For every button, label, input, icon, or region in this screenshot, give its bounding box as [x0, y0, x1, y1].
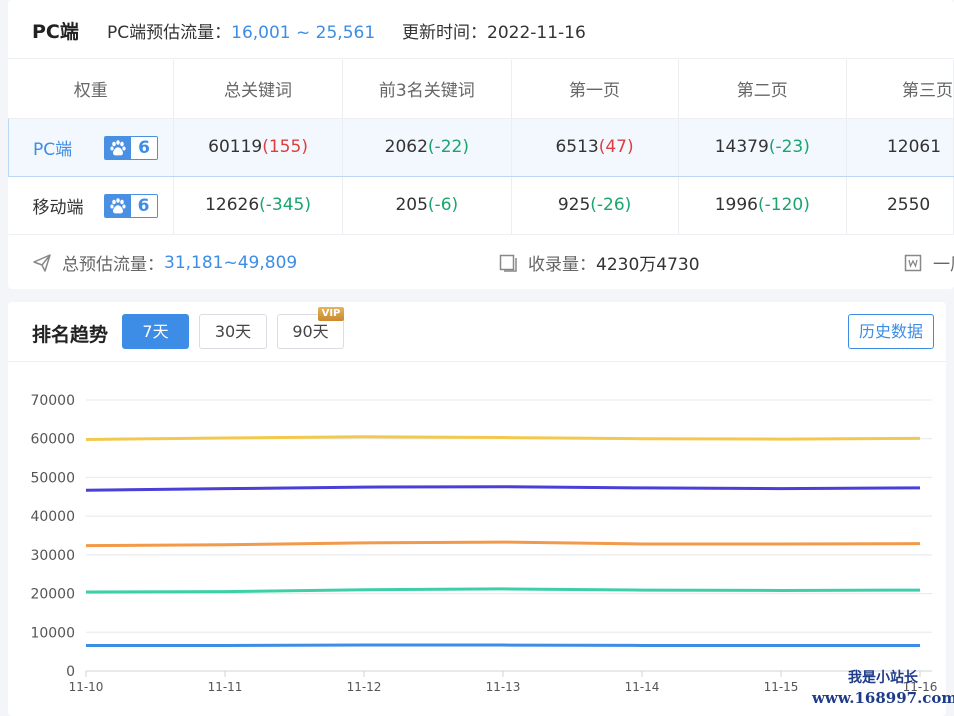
send-icon: [32, 253, 52, 273]
cell-change: (-120): [757, 195, 810, 215]
y-tick-label: 0: [66, 664, 75, 680]
table-header-row: 权重 总关键词 前3名关键词 第一页 第二页 第三页: [8, 60, 954, 119]
baidu-weight-badge[interactable]: 6: [104, 135, 158, 160]
index-count-label: 收录量：: [528, 255, 596, 275]
cell-change: (-345): [259, 195, 312, 215]
cell-change: (-6): [427, 195, 459, 215]
page-title: PC端: [32, 21, 79, 43]
summary-bar: 总预估流量：31,181~49,809 收录量：4230万4730 一周: [8, 233, 954, 289]
rank-trend-chart: 0 10000 20000 30000 40000 50000 60000 70000 11-1…: [30, 393, 937, 694]
cell-change: (155): [262, 137, 308, 157]
update-time-label: 更新时间：: [402, 23, 487, 43]
total-flow: 总预估流量： 31,181~49,809: [32, 250, 297, 275]
cell-value: 6513: [555, 137, 599, 157]
row-label-pc: PC端 6: [8, 117, 174, 177]
cell-page3: 12061: [846, 117, 954, 177]
cell-change: (-26): [590, 195, 632, 215]
cell-top3-keywords: 205(-6): [342, 176, 512, 235]
weekly-stat-label: 一周: [933, 255, 954, 275]
series-line-3: [85, 587, 921, 594]
update-time: 更新时间：2022-11-16: [402, 18, 586, 43]
y-tick-label: 30000: [30, 548, 75, 564]
weight-value: 6: [130, 194, 157, 217]
baidu-paw-icon: [105, 136, 131, 159]
row-label-mobile: 移动端 6: [8, 176, 174, 235]
y-tick-label: 50000: [30, 470, 75, 486]
cell-value: 12061: [886, 137, 942, 157]
y-tick-label: 60000: [30, 432, 75, 448]
x-tick-label: 11-14: [625, 680, 660, 694]
series-line-2: [85, 540, 921, 548]
cell-page1: 925(-26): [511, 176, 679, 235]
cell-page3: 2550: [846, 176, 954, 235]
row-name: 移动端: [32, 197, 84, 218]
cell-page2: 1996(-120): [678, 176, 847, 235]
col-weight: 权重: [8, 60, 174, 119]
pc-flow-value: 16,001 ~ 25,561: [231, 23, 376, 43]
table-row-mobile[interactable]: 移动端 6 12626(-345) 205(-6) 925(-26) 1996(…: [8, 176, 954, 235]
cell-page2: 14379(-23): [678, 117, 847, 177]
cell-value: 205: [395, 195, 428, 215]
col-page2: 第二页: [678, 60, 847, 119]
weekly-stat: 一周: [903, 250, 954, 275]
col-page3: 第三页: [846, 60, 954, 119]
x-tick-label: 11-12: [347, 680, 382, 694]
total-flow-value: 31,181~49,809: [164, 252, 298, 273]
keyword-stats-card: PC端 PC端预估流量：16,001 ~ 25,561 更新时间：2022-11…: [8, 0, 954, 289]
index-count-value: 4230万4730: [596, 255, 700, 275]
y-tick-label: 20000: [30, 587, 75, 603]
row-name: PC端: [33, 139, 73, 160]
cell-value: 925: [557, 195, 591, 215]
baidu-paw-icon: [104, 194, 131, 217]
pc-flow-label: PC端预估流量：: [107, 23, 232, 43]
cell-value: 12626: [205, 195, 260, 215]
y-tick-label: 70000: [30, 393, 75, 409]
col-total-keywords: 总关键词: [173, 60, 344, 119]
cell-change: (47): [598, 137, 634, 157]
weight-value: 6: [131, 136, 157, 159]
col-top3-keywords: 前3名关键词: [342, 60, 512, 119]
keyword-table: 权重 总关键词 前3名关键词 第一页 第二页 第三页 PC端 6 60119(1…: [8, 60, 954, 235]
cell-value: 60119: [208, 137, 263, 157]
cell-change: (-22): [427, 137, 469, 157]
watermark-line2: www.168997.com: [812, 689, 954, 707]
table-row-pc[interactable]: PC端 6 60119(155) 2062(-22) 6513(47) 1437…: [8, 117, 954, 177]
pc-flow: PC端预估流量：16,001 ~ 25,561: [107, 18, 375, 43]
x-tick-label: 11-15: [764, 680, 799, 694]
y-tick-label: 10000: [30, 625, 75, 641]
series-line-1: [85, 485, 921, 492]
cell-value: 2062: [384, 137, 428, 157]
x-tick-label: 11-13: [486, 680, 521, 694]
cell-value: 1996: [714, 195, 758, 215]
cell-value: 14379: [714, 137, 769, 157]
x-tick-label: 11-10: [69, 680, 104, 694]
cell-change: (-23): [768, 137, 810, 157]
x-tick-label: 11-11: [208, 680, 243, 694]
y-tick-label: 40000: [30, 509, 75, 525]
document-icon: [498, 253, 518, 273]
cell-total-keywords: 12626(-345): [173, 176, 344, 235]
word-doc-icon: [903, 253, 923, 273]
watermark-line1: 我是小站长: [848, 670, 918, 686]
cell-page1: 6513(47): [511, 117, 679, 177]
index-count: 收录量： 4230万4730: [498, 250, 700, 275]
watermark: 我是小站长 www.168997.com: [812, 668, 954, 708]
cell-value: 2550: [886, 195, 931, 215]
update-time-value: 2022-11-16: [487, 23, 586, 43]
cell-total-keywords: 60119(155): [173, 117, 344, 177]
col-page1: 第一页: [511, 60, 679, 119]
cell-top3-keywords: 2062(-22): [342, 117, 512, 177]
total-flow-label: 总预估流量：: [62, 255, 164, 275]
pc-header: PC端 PC端预估流量：16,001 ~ 25,561 更新时间：2022-11…: [8, 0, 954, 59]
baidu-weight-badge[interactable]: 6: [103, 193, 158, 218]
